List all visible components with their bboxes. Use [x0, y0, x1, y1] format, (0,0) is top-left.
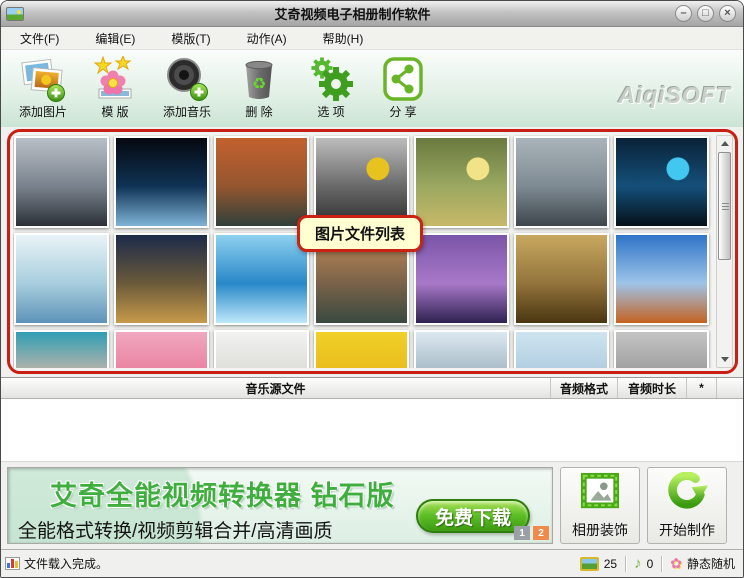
status-bar: 文件载入完成。 25 ♪ 0 ✿ 静态随机 — [1, 549, 743, 577]
status-divider — [661, 555, 663, 572]
bottom-panel: 艾奇全能视频转换器 钻石版 全能格式转换/视频剪辑合并/高清画质 免费下载 1 … — [1, 461, 743, 549]
start-create-button[interactable]: 开始制作 — [647, 467, 727, 544]
status-divider — [625, 555, 627, 572]
image-count-icon — [579, 556, 599, 571]
options-label: 选 项 — [317, 105, 345, 119]
add-images-label: 添加图片 — [18, 105, 67, 119]
add-music-icon — [164, 56, 210, 102]
thumbnail-eiffel-tower-bw[interactable] — [14, 136, 109, 228]
scroll-up-arrow[interactable] — [717, 136, 732, 151]
thumbnail-koala-bw[interactable] — [614, 330, 709, 368]
flower-icon: ✿ — [670, 555, 682, 571]
col-audio-duration[interactable]: 音频时长 — [618, 378, 687, 398]
chart-icon — [5, 557, 20, 570]
delete-button[interactable]: ♻ 删 除 — [223, 54, 295, 120]
window-title: 艾奇视频电子相册制作软件 — [274, 7, 431, 22]
thumbnail-colosseum-night[interactable] — [114, 233, 209, 325]
transition-mode: 静态随机 — [686, 557, 735, 571]
delete-icon: ♻ — [236, 56, 282, 102]
gear-icon — [308, 56, 354, 102]
scroll-thumb[interactable] — [718, 152, 731, 260]
col-blank — [717, 378, 743, 398]
status-right-group: 25 ♪ 0 ✿ 静态随机 — [579, 555, 735, 572]
title-bar: 艾奇视频电子相册制作软件 – □ × — [1, 1, 743, 27]
template-label: 模 版 — [101, 105, 129, 119]
app-icon — [6, 6, 24, 21]
scroll-down-arrow[interactable] — [717, 352, 732, 367]
ad-banner[interactable]: 艾奇全能视频转换器 钻石版 全能格式转换/视频剪辑合并/高清画质 免费下载 1 … — [7, 467, 553, 544]
menu-template[interactable]: 模版(T) — [158, 27, 223, 50]
thumbnail-woman-in-pink[interactable] — [114, 330, 209, 368]
col-audio-format[interactable]: 音频格式 — [551, 378, 618, 398]
image-list-panel: 图片文件列表 — [1, 127, 743, 377]
add-music-label: 添加音乐 — [162, 105, 211, 119]
share-button[interactable]: 分 享 — [367, 54, 439, 120]
toolbar: 添加图片 模 版 添加音乐 ♻ 删 除 选 项 分 享 AiqiSOFT — [1, 50, 743, 127]
add-music-button[interactable]: 添加音乐 — [151, 54, 223, 120]
frame-icon — [579, 472, 621, 517]
add-images-button[interactable]: 添加图片 — [7, 54, 79, 120]
music-table-body[interactable] — [1, 399, 743, 461]
album-decorate-label: 相册装饰 — [572, 521, 628, 538]
thumbnail-penguins[interactable] — [414, 330, 509, 368]
banner-page-2[interactable]: 2 — [533, 526, 549, 540]
thumbnail-sydney-bridge-night[interactable] — [614, 136, 709, 228]
share-icon — [380, 56, 426, 102]
thumbnail-earth-from-space[interactable] — [114, 136, 209, 228]
music-count: 0 — [646, 556, 654, 571]
start-create-label: 开始制作 — [659, 521, 715, 538]
thumbnail-yellow-tulips[interactable] — [314, 330, 409, 368]
share-label: 分 享 — [389, 105, 417, 119]
brand-logo: AiqiSOFT — [618, 82, 731, 108]
thumbnail-blue-water-wave[interactable] — [214, 233, 309, 325]
thumbnail-tower-bridge-purple[interactable] — [414, 233, 509, 325]
banner-page-1[interactable]: 1 — [514, 526, 530, 540]
banner-pagination: 1 2 — [514, 526, 549, 540]
music-table-header: 音乐源文件 音频格式 音频时长 * — [1, 378, 743, 399]
album-decorate-button[interactable]: 相册装饰 — [560, 467, 640, 544]
col-music-source[interactable]: 音乐源文件 — [1, 378, 551, 398]
thumbnail-ferris-wheel[interactable] — [514, 136, 609, 228]
template-icon — [92, 56, 138, 102]
menu-help[interactable]: 帮助(H) — [310, 27, 377, 50]
thumbnail-monument-valley[interactable] — [614, 233, 709, 325]
menu-edit[interactable]: 编辑(E) — [82, 27, 148, 50]
add-image-icon — [20, 56, 66, 102]
image-list-tooltip: 图片文件列表 — [297, 215, 424, 252]
free-download-button[interactable]: 免费下载 — [416, 499, 530, 533]
close-button[interactable]: × — [719, 5, 736, 22]
template-button[interactable]: 模 版 — [79, 54, 151, 120]
thumbnail-eiffel-sepia[interactable] — [514, 233, 609, 325]
app-window: 艾奇视频电子相册制作软件 – □ × 文件(F) 编辑(E) 模版(T) 动作(… — [0, 0, 744, 578]
music-note-icon: ♪ — [634, 555, 642, 572]
options-button[interactable]: 选 项 — [295, 54, 367, 120]
menu-file[interactable]: 文件(F) — [7, 27, 72, 50]
thumbnail-stonehenge-sunset[interactable] — [214, 136, 309, 228]
thumbnail-woman-face[interactable] — [14, 330, 109, 368]
thumbnail-eiffel-winter-art[interactable] — [14, 233, 109, 325]
delete-label: 删 除 — [245, 105, 273, 119]
thumbnail-duckling[interactable] — [414, 136, 509, 228]
thumbnail-beach-sky[interactable] — [514, 330, 609, 368]
thumbnail-girl-portrait[interactable] — [214, 330, 309, 368]
status-message: 文件载入完成。 — [24, 557, 109, 571]
minimize-button[interactable]: – — [675, 5, 692, 22]
col-star[interactable]: * — [687, 378, 717, 398]
menu-bar: 文件(F) 编辑(E) 模版(T) 动作(A) 帮助(H) — [1, 27, 743, 50]
maximize-button[interactable]: □ — [697, 5, 714, 22]
svg-text:♻: ♻ — [252, 76, 266, 93]
gallery-scrollbar[interactable] — [716, 135, 733, 368]
circular-arrow-icon — [666, 470, 708, 517]
music-table: 音乐源文件 音频格式 音频时长 * — [1, 377, 743, 461]
image-count: 25 — [603, 556, 618, 571]
menu-action[interactable]: 动作(A) — [234, 27, 300, 50]
window-controls: – □ × — [675, 5, 736, 22]
